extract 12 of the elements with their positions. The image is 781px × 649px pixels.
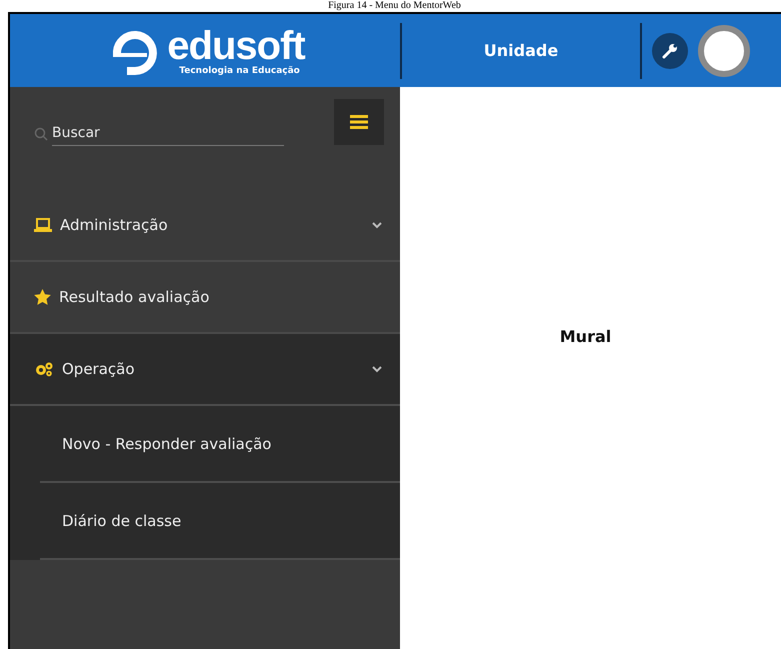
- search-field[interactable]: Buscar: [52, 121, 284, 146]
- menu-item[interactable]: Operação: [10, 334, 400, 406]
- logo-tagline: Tecnologia na Educação: [179, 66, 300, 76]
- menu-label: Resultado avaliação: [59, 288, 210, 306]
- figure-caption: Figura 14 - Menu do MentorWeb: [327, 0, 462, 12]
- unit-label: Unidade: [482, 41, 560, 60]
- page-title: Mural: [560, 327, 612, 346]
- menu-label: Administração: [60, 216, 169, 234]
- submenu-item[interactable]: Diário de classe: [40, 483, 400, 560]
- menu-label: Operação: [62, 360, 136, 378]
- logo-name: edusoft: [167, 26, 305, 66]
- submenu-item[interactable]: Novo - Responder avaliação: [40, 406, 400, 483]
